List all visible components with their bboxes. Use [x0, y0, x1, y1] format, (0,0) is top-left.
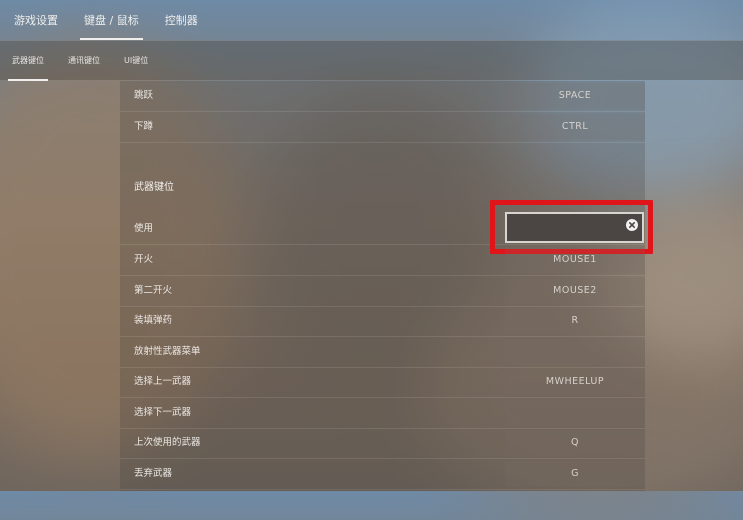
- keybind-label: 选择下一武器: [134, 407, 192, 418]
- subtab-comm-keys[interactable]: 通讯键位: [68, 41, 100, 81]
- tab-controller[interactable]: 控制器: [165, 0, 198, 40]
- keybind-row: 上次使用的武器 Q: [120, 428, 645, 459]
- keybind-label: 第二开火: [134, 285, 173, 296]
- keybind-key-button[interactable]: MOUSE1: [505, 247, 645, 273]
- keybind-key-button[interactable]: MOUSE2: [505, 278, 645, 304]
- keybind-row: 开火 MOUSE1: [120, 245, 645, 276]
- keybind-label: 选择上一武器: [134, 376, 192, 387]
- keybind-row: 装填弹药 R: [120, 306, 645, 337]
- keybind-key-button[interactable]: R: [505, 308, 645, 334]
- keybind-label: 下蹲: [134, 121, 154, 132]
- subtab-ui-keys[interactable]: UI键位: [124, 41, 148, 81]
- tab-keyboard-mouse[interactable]: 键盘 / 鼠标: [80, 0, 143, 40]
- keybind-key-button[interactable]: Q: [505, 430, 645, 456]
- keybind-label: 开火: [134, 254, 154, 265]
- keybind-key-button[interactable]: CTRL: [505, 114, 645, 140]
- keybind-key-button[interactable]: MWHEELUP: [505, 369, 645, 395]
- keybind-row: 选择下一武器: [120, 398, 645, 429]
- keybind-row: 第二开火 MOUSE2: [120, 276, 645, 307]
- keybind-label: 上次使用的武器: [134, 437, 201, 448]
- keybind-row: 放射性武器菜单: [120, 337, 645, 368]
- keybind-row: 选择上一武器 MWHEELUP: [120, 367, 645, 398]
- keybind-label: 使用: [134, 223, 154, 234]
- keybind-label: 放射性武器菜单: [134, 346, 201, 357]
- sub-tab-bar: 武器键位 通讯键位 UI键位: [0, 40, 743, 81]
- top-tab-bar: 游戏设置 键盘 / 鼠标 控制器: [0, 0, 743, 40]
- keybind-row-jump: 跳跃 SPACE: [120, 81, 645, 112]
- keybind-list: 跳跃 SPACE 下蹲 CTRL 武器键位 使用 开火 MOUSE1 第二开火 …: [120, 81, 653, 491]
- keybind-label: 跳跃: [134, 90, 154, 101]
- keybind-key-button[interactable]: SPACE: [505, 83, 645, 109]
- subtab-weapon-keys[interactable]: 武器键位: [8, 41, 48, 81]
- keybind-key-button[interactable]: G: [505, 461, 645, 487]
- section-title-weapon-keys: 武器键位: [134, 182, 174, 193]
- keybind-key-button[interactable]: [505, 339, 645, 365]
- keybind-row: 丢弃武器 G: [120, 459, 645, 490]
- keybind-label: 丢弃武器: [134, 468, 173, 479]
- keybind-key-button[interactable]: [505, 400, 645, 426]
- keybind-row-crouch: 下蹲 CTRL: [120, 112, 645, 143]
- tab-game-settings[interactable]: 游戏设置: [14, 0, 58, 40]
- keybind-label: 装填弹药: [134, 315, 173, 326]
